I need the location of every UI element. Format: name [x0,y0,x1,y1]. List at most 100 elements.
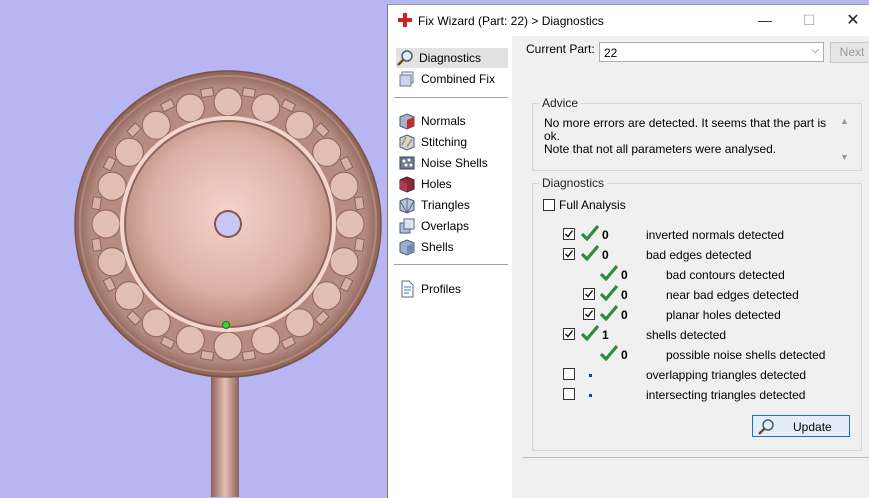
bearing-ball [213,87,243,117]
row-checkbox[interactable] [583,308,595,320]
green-check-icon [581,245,599,261]
diagnostic-row: 0 bad contours detected [533,265,853,285]
advice-line-2: Note that not all parameters were analys… [544,142,777,156]
nav-separator [394,97,508,98]
cage-separator [353,196,365,211]
scroll-up-icon: ▲ [840,116,849,126]
minimize-button[interactable]: — [743,5,787,36]
bearing-ball [97,171,127,201]
row-label: near bad edges detected [666,288,799,302]
maximize-button[interactable]: ☐ [787,5,831,36]
green-check-icon [581,225,599,241]
row-checkbox[interactable] [583,288,595,300]
bearing-ball [335,209,365,239]
stitching-icon [399,134,415,151]
row-checkbox[interactable] [563,388,575,400]
green-check-icon [600,265,618,281]
green-check-icon [600,345,618,361]
nav-item-label: Stitching [421,135,468,149]
shells-icon [399,239,415,256]
nav-item-holes[interactable]: Holes [398,174,508,194]
chevron-down-icon: ⌵ [811,45,819,56]
row-label: shells detected [646,328,727,342]
row-count: 0 [602,228,609,242]
bearing-ball [285,110,315,140]
bearing-ball [213,331,243,361]
update-label: Update [793,420,832,434]
next-button[interactable]: Next [830,42,869,63]
3d-viewport[interactable] [0,0,388,497]
cage-separator [200,87,215,99]
diagnostics-title: Diagnostics [539,176,608,190]
nav-item-label: Shells [421,240,454,254]
row-label: bad edges detected [646,248,752,262]
bearing-ball [312,137,342,167]
bearing-ball [114,137,144,167]
nav-item-label: Profiles [421,282,462,296]
nav-item-label: Diagnostics [419,51,482,65]
nav-item-shells[interactable]: Shells [398,237,508,257]
row-count: 0 [602,248,609,262]
row-checkbox[interactable] [563,248,575,260]
noise-shells-icon [399,156,415,170]
advice-scrollbar[interactable]: ▲ ▼ [837,114,853,166]
green-check-icon [600,305,618,321]
diagnostic-row: 0 bad edges detected [533,245,853,265]
cage-separator [241,349,256,361]
nav-item-profiles[interactable]: Profiles [398,279,508,299]
nav-item-triangles[interactable]: Triangles [398,195,508,215]
nav-item-normals[interactable]: Normals [398,111,508,131]
advice-group: Advice No more errors are detected. It s… [532,96,862,171]
scroll-down-icon: ▼ [840,152,849,162]
diagnostic-row: 0 planar holes detected [533,305,853,325]
green-check-icon [581,325,599,341]
bearing-ball [312,281,342,311]
diagnostic-row: 1 shells detected [533,325,853,345]
row-label: bad contours detected [666,268,785,282]
nav-item-diagnostics[interactable]: Diagnostics [396,48,508,68]
row-label: possible noise shells detected [666,348,826,362]
advice-line-1: No more errors are detected. It seems th… [544,116,827,143]
advice-textbox[interactable]: No more errors are detected. It seems th… [541,114,853,166]
current-part-label: Current Part: [526,42,595,56]
row-checkbox[interactable] [563,228,575,240]
close-button[interactable]: ✕ [831,5,869,36]
cage-separator [200,349,215,361]
update-button[interactable]: Update [752,415,850,437]
nav-item-combined-fix[interactable]: Combined Fix [398,69,508,89]
row-count: 0 [621,288,628,302]
row-label: overlapping triangles detected [646,368,807,382]
nav-item-stitching[interactable]: Stitching [398,132,508,152]
nav-item-label: Overlaps [421,219,470,233]
diagnostic-row: overlapping triangles detected [533,367,853,385]
bearing-ball [141,308,171,338]
holes-cube-icon [399,176,415,193]
bearing-ball [251,325,281,355]
full-analysis-checkbox[interactable] [543,199,555,211]
title-bar[interactable]: Fix Wizard (Part: 22) > Diagnostics — ☐ … [388,5,869,36]
magnifier-icon [397,50,413,66]
current-part-select[interactable]: 22 ⌵ [599,42,824,62]
diagnostic-row: 0 near bad edges detected [533,285,853,305]
nav-item-overlaps[interactable]: Overlaps [398,216,508,236]
bearing-ball [91,209,121,239]
nav-item-label: Holes [421,177,452,191]
diagnostic-row: intersecting triangles detected [533,387,853,405]
nav-item-noise-shells[interactable]: Noise Shells [398,153,508,173]
combined-fix-icon [399,71,414,87]
overlaps-icon [399,218,415,234]
wizard-nav-panel: Diagnostics Combined Fix Normals Stitchi… [388,36,513,498]
diagnostics-page: Current Part: 22 ⌵ Next Advice No more e… [512,36,869,498]
row-label: planar holes detected [666,308,781,322]
magnifier-icon [758,419,774,435]
bearing-ball [97,247,127,277]
bearing-ball [114,281,144,311]
triangles-icon [399,197,415,214]
bearing-ball [251,93,281,123]
divider [522,457,869,458]
row-checkbox[interactable] [563,328,575,340]
normals-cube-icon [399,113,415,130]
profiles-doc-icon [401,280,414,298]
row-checkbox[interactable] [563,368,575,380]
bearing-ball [175,325,205,355]
